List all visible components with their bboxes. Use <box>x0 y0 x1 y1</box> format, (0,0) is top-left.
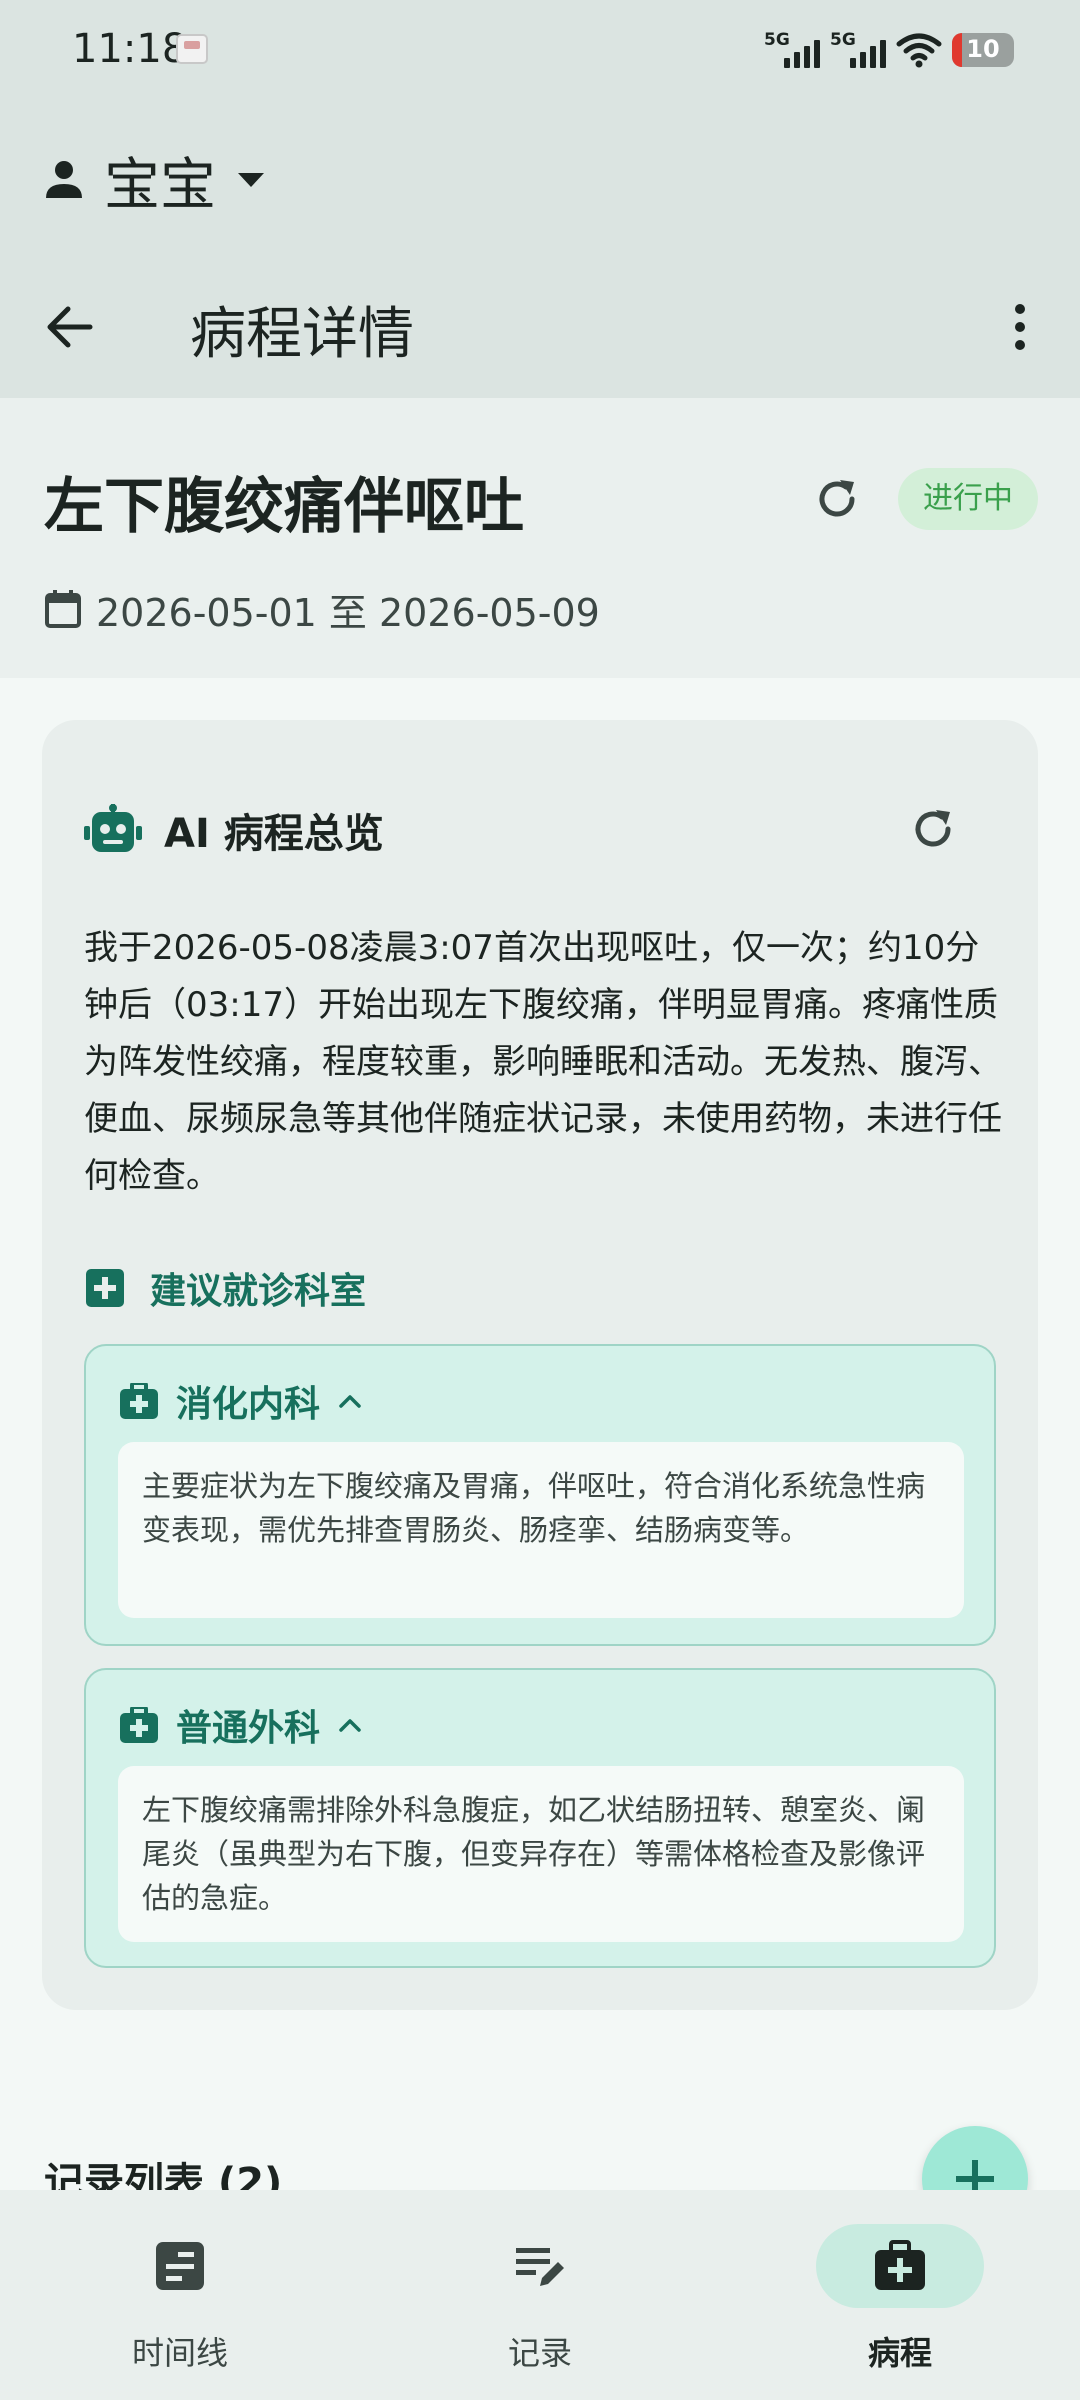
department-card-general-surgery[interactable]: 普通外科 左下腹绞痛需排除外科急腹症，如乙状结肠扭转、憩室炎、阑尾炎（虽典型为右… <box>84 1668 996 1968</box>
edit-notes-icon <box>516 2248 564 2286</box>
medical-case-icon <box>875 2240 925 2290</box>
medical-bag-icon <box>120 1707 158 1743</box>
status-bar: 11:18 5G 5G 10 <box>0 0 1080 100</box>
ai-summary-text: 我于2026-05-08凌晨3:07首次出现呕吐，仅一次；约10分钟后（03:1… <box>84 928 1002 1196</box>
ai-overview-card: AI 病程总览 我于2026-05-08凌晨3:07首次出现呕吐，仅一次；约10… <box>42 720 1038 2010</box>
battery-icon: 10 <box>952 33 1014 67</box>
profile-selector[interactable]: 宝宝 <box>44 140 266 220</box>
refresh-icon[interactable] <box>812 474 862 524</box>
case-title: 左下腹绞痛伴呕吐 <box>44 472 524 542</box>
date-range-row: 2026-05-01 至 2026-05-09 <box>44 584 600 635</box>
chevron-up-icon[interactable] <box>338 1717 362 1733</box>
nav-label: 时间线 <box>131 2334 228 2372</box>
departments-heading-text: 建议就诊科室 <box>150 1271 367 1312</box>
battery-level: 10 <box>966 35 1000 63</box>
profile-name: 宝宝 <box>104 152 216 218</box>
person-icon <box>46 161 82 198</box>
department-card-gastroenterology[interactable]: 消化内科 主要症状为左下腹绞痛及胃痛，伴呕吐，符合消化系统急性病变表现，需优先排… <box>84 1344 996 1646</box>
status-time: 11:18 <box>72 26 188 72</box>
medical-plus-icon <box>86 1269 124 1307</box>
nav-label: 病程 <box>867 2334 932 2372</box>
robot-icon <box>84 804 142 852</box>
department-description: 主要症状为左下腹绞痛及胃痛，伴呕吐，符合消化系统急性病变表现，需优先排查胃肠炎、… <box>118 1442 964 1618</box>
nav-item-case[interactable]: 病程 <box>780 2224 1020 2374</box>
departments-heading: 建议就诊科室 <box>86 1260 366 1316</box>
nav-item-timeline[interactable]: 时间线 <box>60 2224 300 2374</box>
calendar-icon <box>45 590 81 628</box>
ai-overview-title: AI 病程总览 <box>164 811 384 857</box>
ai-overview-header: AI 病程总览 <box>84 800 384 860</box>
bottom-navigation: 时间线 记录 病程 <box>0 2190 1080 2400</box>
back-arrow-icon[interactable] <box>40 297 100 357</box>
top-area: 11:18 5G 5G 10 宝宝 病程详情 <box>0 0 1080 398</box>
page-title: 病程详情 <box>190 302 414 367</box>
status-badge: 进行中 <box>898 468 1038 530</box>
nav-label: 记录 <box>507 2334 572 2372</box>
wifi-icon <box>896 33 942 68</box>
department-header[interactable]: 普通外科 <box>120 1700 362 1750</box>
signal-icon-2: 5G <box>830 30 886 70</box>
signal-icon-1: 5G <box>764 30 820 70</box>
medical-bag-icon <box>120 1383 158 1419</box>
app-bar: 病程详情 <box>0 275 1080 375</box>
department-description: 左下腹绞痛需排除外科急腹症，如乙状结肠扭转、憩室炎、阑尾炎（虽典型为右下腹，但变… <box>118 1766 964 1942</box>
timeline-icon <box>156 2242 204 2290</box>
chevron-up-icon[interactable] <box>338 1393 362 1409</box>
ai-refresh-icon[interactable] <box>908 804 958 854</box>
nav-item-records[interactable]: 记录 <box>420 2224 660 2374</box>
notification-icon <box>176 34 208 64</box>
department-header[interactable]: 消化内科 <box>120 1376 362 1426</box>
active-indicator <box>816 2224 984 2308</box>
more-vert-icon[interactable] <box>990 297 1050 357</box>
dropdown-arrow-icon <box>238 173 264 187</box>
status-icons: 5G 5G 10 <box>764 28 1014 72</box>
department-name: 消化内科 <box>176 1384 321 1425</box>
department-name: 普通外科 <box>176 1708 321 1749</box>
case-header: 左下腹绞痛伴呕吐 进行中 2026-05-01 至 2026-05-09 <box>0 398 1080 678</box>
date-range: 2026-05-01 至 2026-05-09 <box>96 590 600 635</box>
